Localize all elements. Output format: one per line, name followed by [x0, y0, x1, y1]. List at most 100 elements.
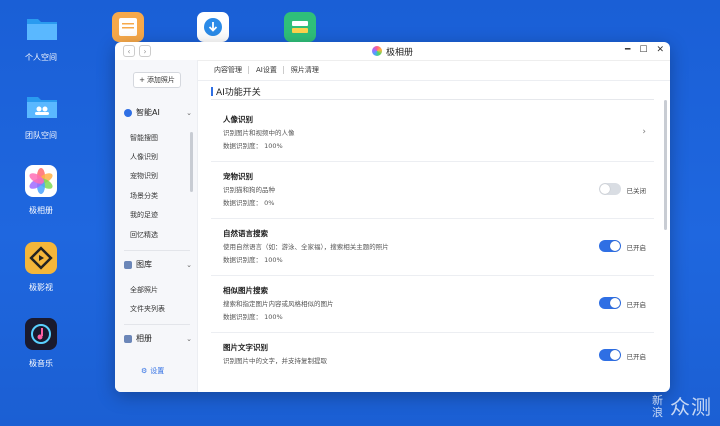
toggle-state: 已开启	[626, 353, 647, 361]
desktop-icon-team[interactable]: 团队空间	[5, 90, 77, 141]
sidebar: + 添加照片 智能AI ⌄ 智能搜图 人像识别 宠物识别 场景分类 我的足迹 回…	[115, 60, 198, 392]
plus-icon: +	[139, 76, 145, 84]
desktop-icon-label: 极音乐	[29, 359, 53, 368]
section-title-marker	[211, 87, 213, 96]
desktop-icon-video[interactable]: 极影视	[5, 242, 77, 293]
feature-desc: 识别图片和视频中的人像	[223, 129, 295, 137]
minimize-icon[interactable]: ━	[625, 45, 630, 55]
sidebar-item-footprint[interactable]: 我的足迹	[130, 210, 158, 220]
desktop-icon-photos[interactable]: 极相册	[5, 165, 77, 216]
storage-icon[interactable]	[284, 12, 316, 42]
feature-title: 相似图片搜索	[223, 286, 268, 295]
feature-desc: 搜索和指定图片内容或风格相似的图片	[223, 300, 334, 308]
similar-search-toggle[interactable]	[599, 297, 621, 309]
settings-label: 设置	[150, 367, 165, 375]
sidebar-scrollbar[interactable]	[190, 132, 193, 192]
ocr-toggle[interactable]	[599, 349, 621, 361]
tab-photo-cleanup[interactable]: 照片清理	[284, 65, 326, 75]
watermark-char: 浪	[652, 406, 664, 419]
notes-icon[interactable]	[112, 12, 144, 42]
sidebar-divider	[124, 324, 190, 325]
photos-icon	[25, 165, 57, 197]
album-icon	[124, 334, 132, 343]
tab-content-management[interactable]: 内容管理	[207, 65, 249, 75]
chevron-down-icon: ⌄	[186, 334, 192, 343]
section-title: AI功能开关	[211, 85, 261, 98]
pet-recognition-toggle[interactable]	[599, 183, 621, 195]
photos-window: ‹ › 极相册 ━ ☐ ✕ + 添加照片 智能AI ⌄ 智能搜图 人像识别 宠物…	[115, 42, 670, 392]
settings-button[interactable]: ⚙ 设置	[141, 366, 164, 376]
download-icon[interactable]	[197, 12, 229, 42]
gallery-icon	[124, 260, 132, 269]
desktop-icon-music[interactable]: 极音乐	[5, 318, 77, 369]
title-bar: ‹ › 极相册 ━ ☐ ✕	[115, 42, 670, 61]
toggle-state: 已开启	[626, 244, 647, 252]
music-icon	[25, 318, 57, 350]
main-content: 内容管理 AI设置 照片清理 AI功能开关 人像识别 识别图片和视频中的人像 数…	[198, 60, 670, 392]
maximize-icon[interactable]: ☐	[639, 45, 647, 55]
sidebar-item-smart-search[interactable]: 智能搜图	[130, 133, 158, 143]
toggle-knob	[610, 298, 620, 308]
close-icon[interactable]: ✕	[656, 45, 664, 55]
tab-bar: 内容管理 AI设置 照片清理	[198, 60, 670, 81]
chevron-right-icon[interactable]: ›	[642, 127, 646, 137]
sidebar-section-label: 智能AI	[136, 108, 160, 117]
sidebar-section-label: 相册	[136, 334, 152, 343]
sidebar-item-face[interactable]: 人像识别	[130, 152, 158, 162]
feature-row-face[interactable]: 人像识别 识别图片和视频中的人像 数据识别度： 100% ›	[211, 105, 654, 162]
sidebar-item-folders[interactable]: 文件夹列表	[130, 304, 165, 314]
sidebar-divider	[124, 250, 190, 251]
feature-row-nl-search: 自然语言搜索 使用自然语言（如：游泳、全家福），搜索相关主题的照片 数据识别度：…	[211, 219, 654, 276]
toggle-knob	[610, 350, 620, 360]
nl-search-toggle[interactable]	[599, 240, 621, 252]
feature-rate: 数据识别度： 0%	[223, 199, 275, 207]
window-title-text: 极相册	[385, 47, 413, 58]
main-scrollbar[interactable]	[664, 100, 667, 230]
sidebar-section-label: 图库	[136, 260, 152, 269]
ai-icon	[124, 108, 132, 117]
feature-row-pet: 宠物识别 识别猫和狗的品种 数据识别度： 0% 已关闭	[211, 162, 654, 219]
desktop-icon-label: 个人空间	[25, 53, 57, 62]
sidebar-section-albums[interactable]: 相册 ⌄	[124, 333, 192, 344]
video-icon	[25, 242, 57, 274]
feature-title: 自然语言搜索	[223, 229, 268, 238]
desktop-icon-label: 极相册	[29, 206, 53, 215]
sidebar-item-memories[interactable]: 回忆精选	[130, 230, 158, 240]
toggle-state: 已关闭	[626, 187, 647, 195]
feature-list: 人像识别 识别图片和视频中的人像 数据识别度： 100% › 宠物识别 识别猫和…	[211, 105, 654, 392]
feature-desc: 识别猫和狗的品种	[223, 186, 275, 194]
gear-icon: ⚙	[141, 367, 148, 375]
feature-row-ocr: 图片文字识别 识别图片中的文字，并支持复制提取 已开启	[211, 333, 654, 389]
window-title: 极相册	[115, 45, 670, 58]
feature-row-similar: 相似图片搜索 搜索和指定图片内容或风格相似的图片 数据识别度： 100% 已开启	[211, 276, 654, 333]
toggle-knob	[600, 184, 610, 194]
tab-ai-settings[interactable]: AI设置	[249, 65, 284, 75]
feature-title: 图片文字识别	[223, 343, 268, 352]
feature-rate: 数据识别度： 100%	[223, 142, 283, 150]
chevron-down-icon: ⌄	[186, 260, 192, 269]
watermark: 新 浪 众测	[652, 395, 712, 419]
forward-button[interactable]: ›	[139, 45, 151, 57]
toggle-state: 已开启	[626, 301, 647, 309]
sidebar-item-pet[interactable]: 宠物识别	[130, 171, 158, 181]
feature-title: 宠物识别	[223, 172, 253, 181]
folder-icon	[25, 12, 57, 44]
sidebar-item-scene[interactable]: 场景分类	[130, 191, 158, 201]
section-divider	[211, 99, 654, 100]
add-photos-button[interactable]: + 添加照片	[133, 72, 181, 88]
feature-rate: 数据识别度： 100%	[223, 256, 283, 264]
sidebar-section-library[interactable]: 图库 ⌄	[124, 259, 192, 270]
chevron-down-icon: ⌄	[186, 108, 192, 117]
toggle-knob	[610, 241, 620, 251]
team-folder-icon	[25, 90, 57, 122]
desktop-icon-label: 极影视	[29, 283, 53, 292]
back-button[interactable]: ‹	[123, 45, 135, 57]
sidebar-section-ai[interactable]: 智能AI ⌄	[124, 107, 192, 118]
sidebar-item-all-photos[interactable]: 全部照片	[130, 285, 158, 295]
watermark-text: 众测	[670, 395, 712, 419]
feature-rate: 数据识别度： 100%	[223, 313, 283, 321]
watermark-char: 新	[652, 394, 664, 407]
desktop-icon-personal[interactable]: 个人空间	[5, 12, 77, 63]
desktop-icon-label: 团队空间	[25, 131, 57, 140]
section-title-text: AI功能开关	[216, 88, 261, 98]
